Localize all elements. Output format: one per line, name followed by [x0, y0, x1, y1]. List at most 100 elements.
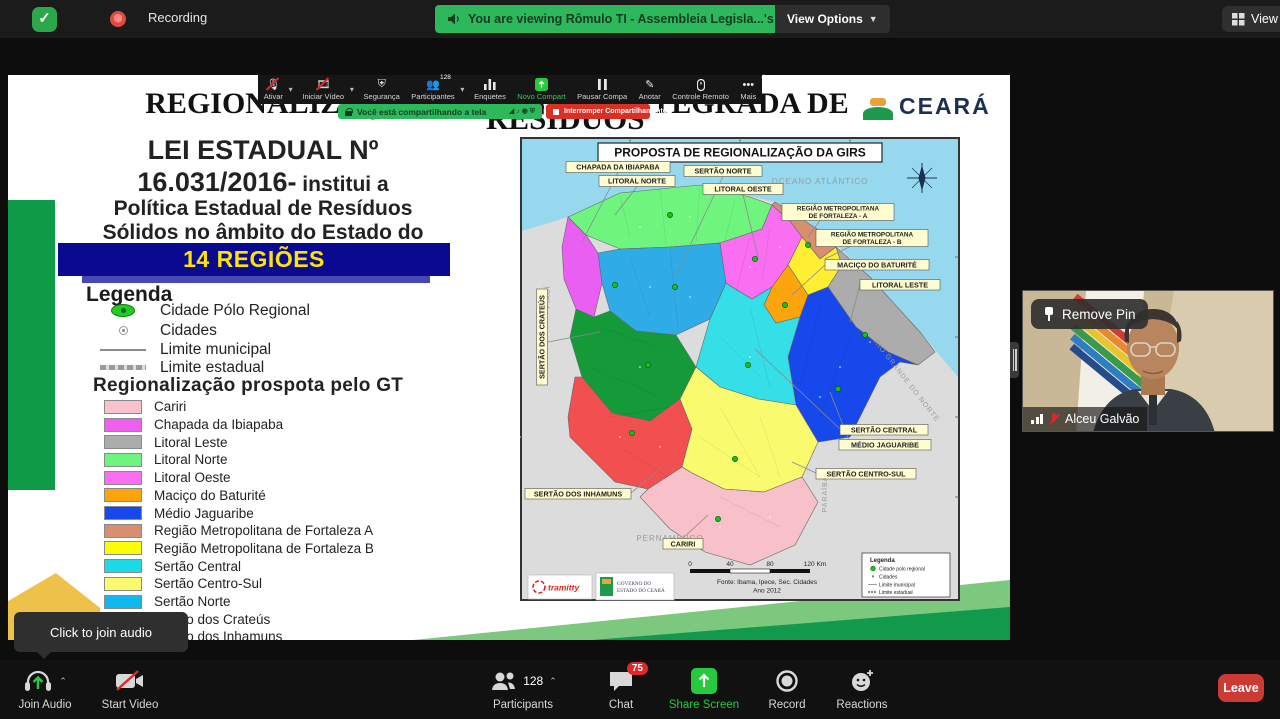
- region-label: Região Metropolitana de Fortaleza B: [154, 541, 374, 556]
- remote-control-button[interactable]: Controle Remoto: [666, 75, 734, 104]
- share-screen-icon: [691, 666, 717, 696]
- lock-icon: [345, 108, 352, 116]
- ceara-emblem-icon: [863, 98, 893, 120]
- view-button[interactable]: View: [1222, 6, 1280, 32]
- mini-legend-heading: Legenda: [870, 558, 895, 564]
- region-label: Maciço do Baturité: [154, 488, 266, 503]
- regions-banner-text: 14 REGIÕES: [183, 246, 325, 273]
- join-audio-button[interactable]: ⌃ Join Audio: [0, 666, 90, 711]
- law-line3: Política Estadual de Resíduos: [63, 197, 463, 221]
- participants-options-chevron[interactable]: ▾: [460, 75, 468, 104]
- legend-region-row: Litoral Norte: [104, 451, 228, 469]
- governo-ceara-logo: GOVERNO DO ESTADO DO CEARÁ: [596, 573, 674, 600]
- law-heading-line2: 16.031/2016- institui a: [63, 167, 463, 198]
- label-rmf-a-1: REGIÃO METROPOLITANA: [797, 204, 880, 213]
- sharing-mini-icons: ◢ ♪ ◉ ⛨: [509, 107, 535, 116]
- remove-pin-button[interactable]: Remove Pin: [1031, 299, 1148, 329]
- participants-label: Participants: [493, 699, 553, 711]
- legend-region-row: Litoral Leste: [104, 433, 228, 451]
- label-cariri: CARIRI: [671, 540, 696, 549]
- label-sertao-norte: SERTÃO NORTE: [694, 167, 751, 176]
- pause-share-button[interactable]: Pausar Compa: [571, 75, 633, 104]
- start-video-button[interactable]: Start Video: [85, 666, 175, 711]
- remote-control-label: Controle Remoto: [672, 92, 729, 101]
- annotate-label: Anotar: [639, 92, 661, 101]
- participant-name: Alceu Galvão: [1065, 412, 1139, 426]
- region-label: Sertão Centro-Sul: [154, 576, 262, 591]
- legend-symbol-row: Cidades: [98, 321, 217, 340]
- recording-label: Recording: [148, 10, 207, 25]
- regions-banner-shadow: [82, 276, 430, 283]
- chat-icon: 75: [608, 666, 634, 696]
- view-options-button[interactable]: View Options ▼: [775, 5, 890, 33]
- new-share-icon: [535, 78, 548, 91]
- more-icon: •••4: [743, 78, 755, 91]
- legend-region-row: Região Metropolitana de Fortaleza B: [104, 540, 374, 558]
- scale-tick: 40: [726, 561, 734, 568]
- state-limit-symbol: [100, 365, 146, 370]
- map-source-line2: Ano 2012: [753, 588, 781, 595]
- stop-share-button[interactable]: Interromper Compartilhamento: [546, 104, 650, 119]
- more-button[interactable]: •••4 Mais: [735, 75, 762, 104]
- audio-options-chevron[interactable]: ▾: [289, 75, 297, 104]
- legend-symbol-row: Limite municipal: [98, 340, 271, 359]
- girs-regionalization-map: PROPOSTA DE REGIONALIZAÇÃO DA GIRS OCEAN…: [520, 137, 960, 607]
- chat-button[interactable]: 75 Chat: [576, 666, 666, 711]
- video-options-chevron[interactable]: ▾: [350, 75, 358, 104]
- reactions-button[interactable]: Reactions: [817, 666, 907, 711]
- participants-icon: 👥128: [426, 78, 440, 91]
- legend-region-row: Litoral Oeste: [104, 469, 231, 487]
- share-toolbar: 🎙 Ativar ▾ 🎞 Iniciar Vídeo ▾ ⛨ Segurança…: [258, 75, 762, 104]
- region-swatch: [104, 541, 142, 555]
- participants-count-badge: 128: [440, 74, 451, 81]
- scale-tick: 0: [688, 561, 692, 568]
- recording-indicator-icon[interactable]: [110, 11, 126, 27]
- participants-toolbar-button[interactable]: 👥128 Participantes: [406, 75, 461, 104]
- scale-tick: 120 Km: [804, 561, 826, 568]
- pinned-video-tile[interactable]: Remove Pin Alceu Galvão: [1022, 290, 1274, 432]
- ceara-logo-text: CEARÁ: [899, 93, 991, 120]
- annotate-button[interactable]: ✎ Anotar: [633, 75, 667, 104]
- start-video-toolbar-button[interactable]: 🎞 Iniciar Vídeo: [297, 75, 350, 104]
- reactions-smiley-icon: [849, 666, 875, 696]
- join-audio-chevron[interactable]: ⌃: [59, 676, 67, 687]
- new-share-button[interactable]: Novo Compart: [512, 75, 572, 104]
- new-share-label: Novo Compart: [517, 92, 565, 101]
- leave-button[interactable]: Leave: [1218, 674, 1264, 702]
- polls-button[interactable]: Enquetes: [468, 75, 511, 104]
- tramitty-logo: tramitty: [528, 575, 592, 599]
- shield-icon: ⛨: [378, 78, 386, 91]
- speaker-icon: [447, 12, 461, 26]
- region-label: Região Metropolitana de Fortaleza A: [154, 523, 373, 538]
- region-swatch: [104, 595, 142, 609]
- participants-chevron[interactable]: ⌃: [549, 676, 557, 687]
- unmute-label: Ativar: [264, 92, 283, 101]
- label-litoral-oeste: LITORAL OESTE: [714, 185, 771, 194]
- viewing-banner: You are viewing Rômulo TI - Assembleia L…: [435, 5, 830, 33]
- map-mini-legend: Legenda Cidade polo regional Cidades Lim…: [862, 553, 950, 597]
- share-screen-button[interactable]: Share Screen: [659, 666, 749, 711]
- join-audio-tooltip: Click to join audio: [14, 612, 188, 652]
- security-button[interactable]: ⛨ Segurança: [358, 75, 406, 104]
- label-rmf-b-2: DE FORTALEZA - B: [843, 239, 902, 246]
- meeting-security-shield-icon[interactable]: ✓: [32, 7, 57, 32]
- slide-green-side-bar: [8, 200, 55, 490]
- stop-share-label: Interromper Compartilhamento: [564, 108, 667, 115]
- label-baturite: MACIÇO DO BATURITÉ: [837, 261, 917, 270]
- pin-icon: [1043, 307, 1055, 321]
- pause-share-label: Pausar Compa: [577, 92, 627, 101]
- governo-logo-line1: GOVERNO DO: [617, 581, 651, 587]
- regions-banner: 14 REGIÕES: [58, 243, 450, 276]
- network-signal-icon: [1031, 414, 1043, 424]
- meeting-control-bar: ⌃ Join Audio Start Video: [0, 660, 1280, 719]
- participants-label: Participantes: [411, 92, 454, 101]
- law-number: 16.031/2016-: [137, 167, 296, 197]
- region-label: Litoral Oeste: [154, 470, 231, 485]
- unmute-button[interactable]: 🎙 Ativar: [258, 75, 289, 104]
- chat-label: Chat: [609, 699, 633, 711]
- polls-label: Enquetes: [474, 92, 506, 101]
- law-heading-line1: LEI ESTADUAL Nº: [63, 135, 463, 166]
- participants-button[interactable]: 128 ⌃ Participants: [478, 666, 568, 711]
- panel-collapse-handle[interactable]: [1010, 342, 1019, 378]
- map-title: PROPOSTA DE REGIONALIZAÇÃO DA GIRS: [614, 145, 866, 160]
